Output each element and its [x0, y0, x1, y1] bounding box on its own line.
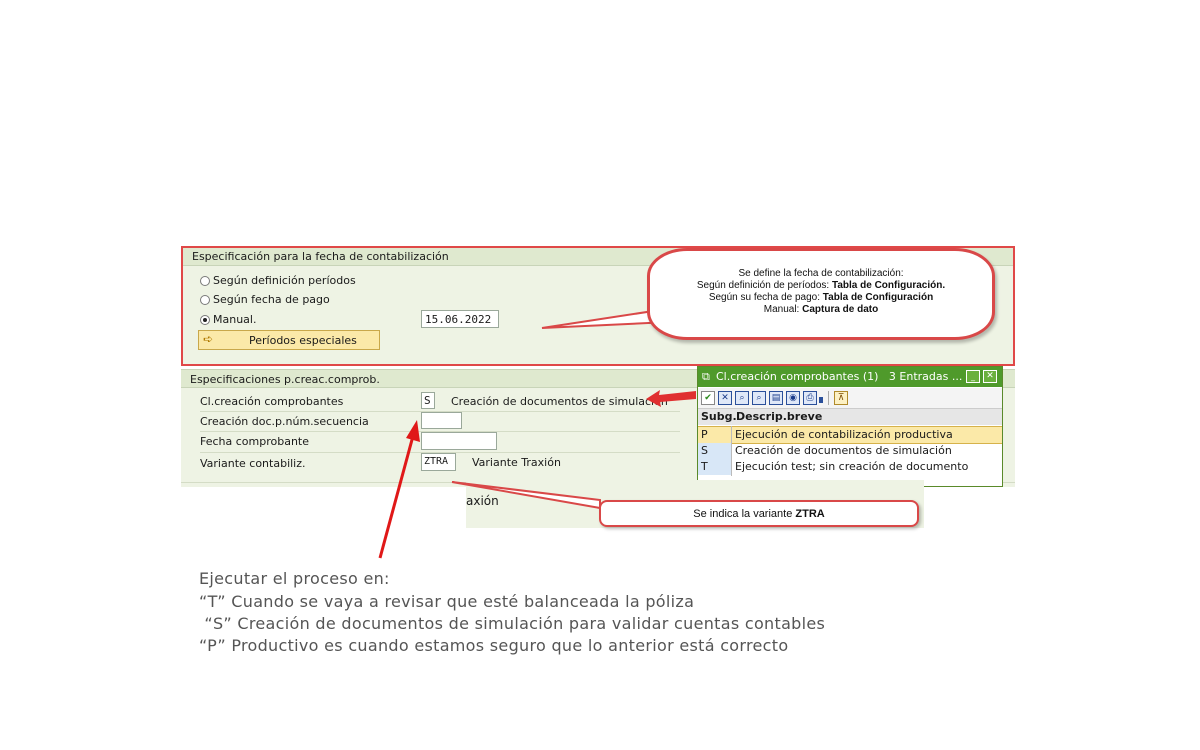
voucher-creation-panel-title: Especificaciones p.creac.comprob.	[190, 373, 380, 386]
callout1-line4: Manual: Captura de dato	[650, 304, 992, 316]
clase-creacion-input[interactable]: S	[421, 392, 435, 409]
variant-callout: Se indica la variante ZTRA	[599, 500, 919, 527]
note-line-1: Ejecutar el proceso en:	[199, 569, 390, 588]
toolbar-separator	[828, 391, 829, 405]
row-code: P	[701, 428, 708, 441]
popup-title: Cl.creación comprobantes (1) 3 Entradas …	[716, 370, 963, 383]
callout1-line4-bold: Captura de dato	[802, 304, 879, 315]
note-line-p: “P” Productivo es cuando estamos seguro …	[199, 636, 789, 655]
note-line-s: “S” Creación de documentos de simulación…	[199, 614, 826, 633]
radio-segun-periodos[interactable]	[200, 276, 210, 286]
popup-window-icon: ⧉	[702, 370, 710, 383]
row-code: S	[701, 444, 708, 457]
print-icon[interactable]: ⎙	[803, 391, 817, 405]
callout1-line3: Según su fecha de pago: Tabla de Configu…	[650, 292, 992, 304]
periodos-especiales-button[interactable]: ➪ Períodos especiales	[198, 330, 380, 350]
row-desc: Ejecución test; sin creación de document…	[735, 460, 969, 473]
radio-manual[interactable]	[200, 315, 210, 325]
save-icon[interactable]: ▤	[769, 391, 783, 405]
find-icon[interactable]: ⌕	[735, 391, 749, 405]
callout2-pointer	[451, 481, 601, 510]
row-desc: Ejecución de contabilización productiva	[735, 428, 953, 441]
popup-row-s[interactable]: S Creación de documentos de simulación	[698, 443, 1002, 459]
callout1-line3-prefix: Según su fecha de pago:	[708, 292, 823, 303]
callout1-line1: Se define la fecha de contabilización:	[738, 268, 904, 279]
posting-date-panel-title: Especificación para la fecha de contabil…	[192, 250, 449, 263]
radio-manual-label: Manual.	[213, 313, 257, 326]
filter-icon[interactable]: ⊼	[834, 391, 848, 405]
find-next-icon[interactable]: ⌕	[752, 391, 766, 405]
popup-row-t[interactable]: T Ejecución test; sin creación de docume…	[698, 459, 1002, 475]
fecha-comprobante-input[interactable]	[421, 432, 497, 450]
callout1-line2-bold: Tabla de Configuración.	[831, 280, 946, 291]
column-subg: Subg.	[701, 410, 737, 423]
callout1-line4-prefix: Manual:	[763, 304, 803, 315]
radio-segun-periodos-label: Según definición períodos	[213, 274, 356, 287]
clase-creacion-desc: Creación de documentos de simulación	[451, 395, 668, 408]
cancel-icon[interactable]: ✕	[718, 391, 732, 405]
callout1-line2-prefix: Según definición de períodos:	[696, 280, 832, 291]
clase-creacion-popup: ⧉ Cl.creación comprobantes (1) 3 Entrada…	[697, 366, 1003, 487]
radio-segun-fecha-pago-label: Según fecha de pago	[213, 293, 330, 306]
callout2-prefix: Se indica la variante	[693, 508, 796, 520]
popup-column-header: Subg. Descrip.breve	[698, 409, 1002, 425]
fecha-comprobante-label: Fecha comprobante	[200, 435, 310, 448]
periodos-especiales-label: Períodos especiales	[249, 334, 357, 347]
info-icon[interactable]: ◉	[786, 391, 800, 405]
check-icon[interactable]: ✔	[701, 391, 715, 405]
row-desc: Creación de documentos de simulación	[735, 444, 952, 457]
variante-contabiliz-label: Variante contabiliz.	[200, 457, 306, 470]
minimize-icon[interactable]: _	[966, 370, 980, 383]
popup-toolbar: ✔ ✕ ⌕ ⌕ ▤ ◉ ⎙ ⊼	[698, 388, 1002, 409]
column-separator	[731, 426, 732, 476]
callout1-line2: Según definición de períodos: Tabla de C…	[650, 280, 992, 292]
note-line-t: “T” Cuando se vaya a revisar que esté ba…	[199, 592, 695, 611]
column-descrip-breve: Descrip.breve	[736, 410, 823, 423]
clase-creacion-label: Cl.creación comprobantes	[200, 395, 344, 408]
dropdown-icon[interactable]	[819, 397, 823, 403]
red-arrow-left-icon	[646, 390, 696, 407]
variante-contabiliz-desc: Variante Traxión	[472, 456, 561, 469]
popup-row-p[interactable]: P Ejecución de contabilización productiv…	[698, 426, 1002, 444]
arrow-right-icon: ➪	[203, 332, 214, 346]
callout2-bold: ZTRA	[795, 508, 825, 520]
row-code: T	[701, 460, 708, 473]
posting-date-callout: Se define la fecha de contabilización: S…	[647, 248, 995, 340]
red-arrow-up-icon	[378, 420, 420, 559]
radio-segun-fecha-pago[interactable]	[200, 295, 210, 305]
close-icon[interactable]: ✕	[983, 370, 997, 383]
creacion-doc-secuencia-label: Creación doc.p.núm.secuencia	[200, 415, 369, 428]
popup-titlebar: ⧉ Cl.creación comprobantes (1) 3 Entrada…	[698, 367, 1002, 387]
callout1-line3-bold: Tabla de Configuración	[822, 292, 934, 303]
posting-date-input[interactable]: 15.06.2022	[421, 310, 499, 328]
